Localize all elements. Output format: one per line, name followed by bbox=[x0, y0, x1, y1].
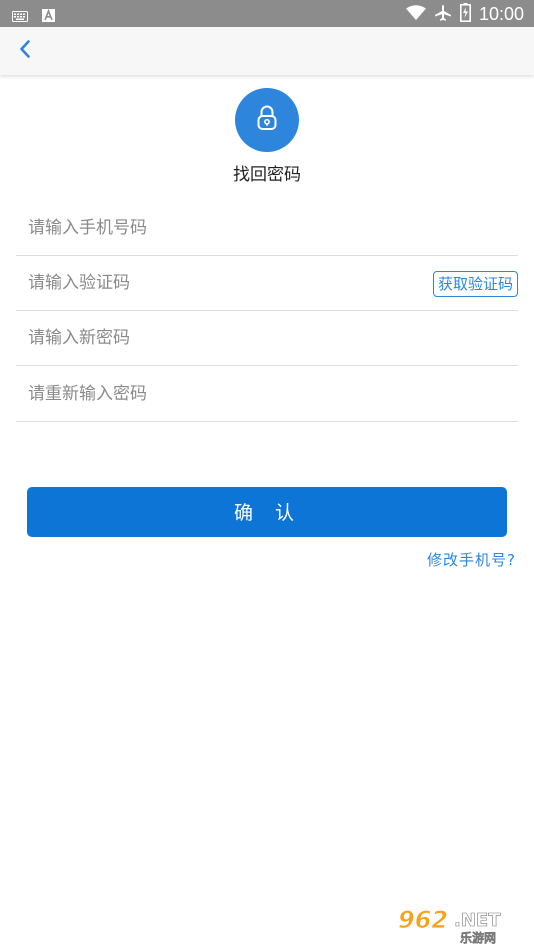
toolbar bbox=[0, 27, 534, 75]
phone-input[interactable] bbox=[28, 200, 408, 255]
page-title: 找回密码 bbox=[233, 165, 301, 185]
chevron-left-icon bbox=[18, 39, 32, 63]
code-field: 获取验证码 bbox=[16, 255, 518, 311]
lock-icon bbox=[255, 104, 279, 136]
battery-icon bbox=[459, 3, 471, 26]
wifi-icon bbox=[405, 4, 426, 25]
verification-code-input[interactable] bbox=[28, 255, 408, 310]
keyboard-icon bbox=[12, 7, 28, 26]
change-phone-link[interactable]: 修改手机号? bbox=[427, 549, 516, 570]
phone-field bbox=[16, 200, 518, 256]
back-button[interactable] bbox=[12, 38, 38, 64]
confirm-password-field bbox=[16, 366, 518, 422]
svg-text:.NET: .NET bbox=[454, 910, 501, 931]
airplane-icon bbox=[434, 4, 452, 26]
status-time: 10:00 bbox=[478, 4, 524, 24]
svg-text:962: 962 bbox=[398, 906, 448, 934]
confirm-button[interactable]: 确认 bbox=[27, 487, 507, 537]
svg-text:乐游网: 乐游网 bbox=[460, 930, 496, 944]
new-password-input[interactable] bbox=[28, 310, 408, 365]
lock-avatar bbox=[235, 88, 299, 152]
get-code-button[interactable]: 获取验证码 bbox=[432, 271, 518, 297]
confirm-password-input[interactable] bbox=[28, 366, 408, 421]
status-bar: 10:00 bbox=[0, 0, 534, 27]
watermark-logo: 962 .NET 乐游网 bbox=[396, 904, 526, 946]
font-a-icon bbox=[42, 7, 55, 26]
new-password-field bbox=[16, 310, 518, 366]
